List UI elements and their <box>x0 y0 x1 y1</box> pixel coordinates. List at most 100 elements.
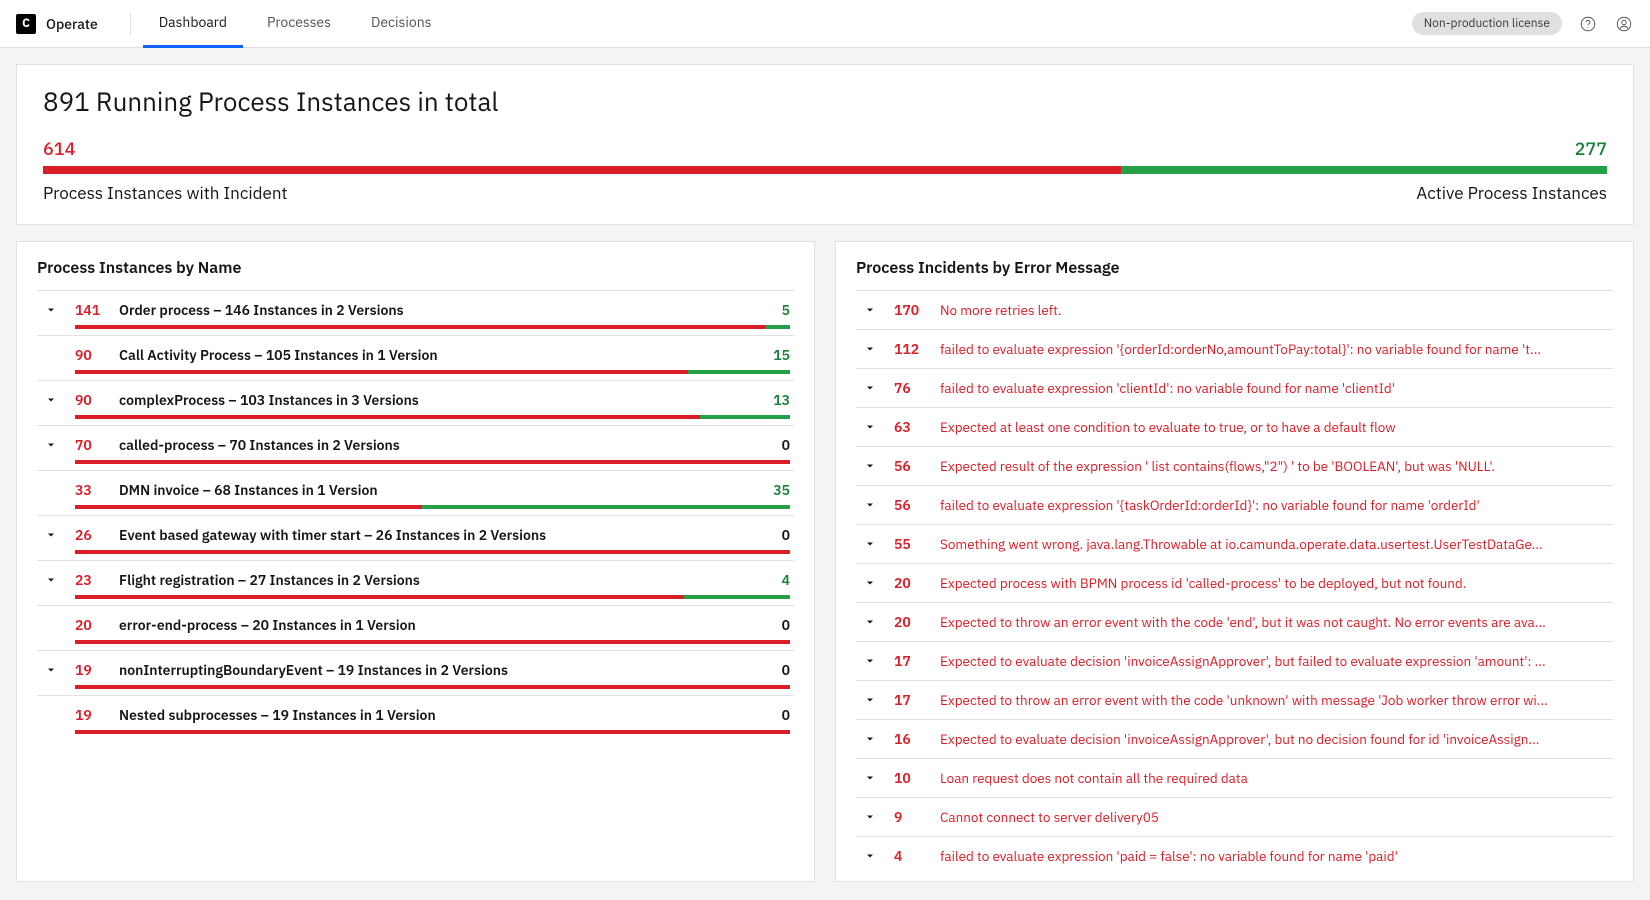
incident-count: 9 <box>894 808 926 826</box>
expand-toggle[interactable] <box>860 733 880 745</box>
incident-row[interactable]: 10Loan request does not contain all the … <box>856 758 1613 797</box>
row-incident-count: 90 <box>75 391 105 409</box>
nav-tab-decisions[interactable]: Decisions <box>355 0 448 48</box>
incident-count: 17 <box>894 691 926 709</box>
expand-toggle[interactable] <box>860 616 880 628</box>
row-active-count: 0 <box>760 661 790 679</box>
process-row[interactable]: 19nonInterruptingBoundaryEvent – 19 Inst… <box>37 650 794 695</box>
incident-row[interactable]: 76 failed to evaluate expression 'clientI… <box>856 368 1613 407</box>
incident-row[interactable]: 56failed to evaluate expression '{taskOr… <box>856 485 1613 524</box>
process-row[interactable]: 90 Call Activity Process – 105 Instances … <box>37 335 794 380</box>
incident-row[interactable]: 56Expected result of the expression ' li… <box>856 446 1613 485</box>
row-process-label: Call Activity Process – 105 Instances in… <box>119 346 746 364</box>
incident-message: Cannot connect to server delivery05 <box>940 808 1609 826</box>
row-process-label: Event based gateway with timer start – 2… <box>119 526 746 544</box>
incident-count: 17 <box>894 652 926 670</box>
active-label: Active Process Instances <box>1416 182 1607 204</box>
nav-tab-processes[interactable]: Processes <box>251 0 347 48</box>
incident-row[interactable]: 20Expected to throw an error event with … <box>856 602 1613 641</box>
expand-toggle[interactable] <box>860 577 880 589</box>
user-icon[interactable] <box>1614 14 1634 34</box>
brand-name: Operate <box>46 15 98 33</box>
row-process-label: complexProcess – 103 Instances in 3 Vers… <box>119 391 746 409</box>
process-row[interactable]: 20error-end-process – 20 Instances in 1 … <box>37 605 794 650</box>
row-active-count: 35 <box>760 481 790 499</box>
row-incident-count: 70 <box>75 436 105 454</box>
overview-bar <box>43 166 1607 174</box>
row-active-count: 5 <box>760 301 790 319</box>
row-active-count: 0 <box>760 616 790 634</box>
process-row[interactable]: 70 called-process – 70 Instances in 2 Ver… <box>37 425 794 470</box>
incident-label: Process Instances with Incident <box>43 182 287 204</box>
incident-message: failed to evaluate expression 'clientId'… <box>940 379 1609 397</box>
expand-toggle[interactable] <box>41 574 61 586</box>
process-row[interactable]: 23Flight registration – 27 Instances in … <box>37 560 794 605</box>
incident-row[interactable]: 17 Expected to throw an error event with … <box>856 680 1613 719</box>
expand-toggle[interactable] <box>41 304 61 316</box>
incident-row[interactable]: 9 Cannot connect to server delivery05 <box>856 797 1613 836</box>
expand-toggle[interactable] <box>41 529 61 541</box>
license-pill[interactable]: Non-production license <box>1412 12 1562 35</box>
process-row[interactable]: 141Order process – 146 Instances in 2 Ve… <box>37 290 794 335</box>
expand-toggle[interactable] <box>860 655 880 667</box>
incident-row[interactable]: 20Expected process with BPMN process id … <box>856 563 1613 602</box>
incident-count: 614 <box>43 137 75 160</box>
expand-toggle[interactable] <box>860 499 880 511</box>
incident-message: Loan request does not contain all the re… <box>940 769 1609 787</box>
incident-count: 76 <box>894 379 926 397</box>
row-bar <box>75 595 790 599</box>
expand-toggle[interactable] <box>860 811 880 823</box>
process-row[interactable]: 26 Event based gateway with timer start –… <box>37 515 794 560</box>
incident-row[interactable]: 17 Expected to evaluate decision 'invoice… <box>856 641 1613 680</box>
expand-toggle[interactable] <box>860 382 880 394</box>
expand-toggle[interactable] <box>860 772 880 784</box>
row-process-label: Nested subprocesses – 19 Instances in 1 … <box>119 706 746 724</box>
incident-row[interactable]: 170No more retries left. <box>856 290 1613 329</box>
brand: C Operate <box>16 14 118 34</box>
expand-toggle[interactable] <box>860 850 880 862</box>
expand-toggle[interactable] <box>860 421 880 433</box>
incident-row[interactable]: 16Expected to evaluate decision 'invoice… <box>856 719 1613 758</box>
active-count: 277 <box>1575 137 1607 160</box>
expand-toggle[interactable] <box>860 538 880 550</box>
row-incident-count: 26 <box>75 526 105 544</box>
expand-toggle[interactable] <box>860 460 880 472</box>
incident-row[interactable]: 55Something went wrong. java.lang.Throwa… <box>856 524 1613 563</box>
overview-bar-active <box>1121 166 1607 174</box>
expand-toggle[interactable] <box>41 439 61 451</box>
panel-title: Process Incidents by Error Message <box>856 258 1613 278</box>
process-row[interactable]: 90 complexProcess – 103 Instances in 3 Ve… <box>37 380 794 425</box>
overview-bar-incidents <box>43 166 1121 174</box>
expand-toggle[interactable] <box>41 664 61 676</box>
expand-toggle[interactable] <box>860 694 880 706</box>
incident-message: failed to evaluate expression '{orderId:… <box>940 340 1609 358</box>
topbar: C Operate DashboardProcessesDecisions No… <box>0 0 1650 48</box>
process-row[interactable]: 19Nested subprocesses – 19 Instances in … <box>37 695 794 740</box>
incident-message: Expected process with BPMN process id 'c… <box>940 574 1609 592</box>
incident-message: Expected to throw an error event with th… <box>940 613 1609 631</box>
nav-tab-dashboard[interactable]: Dashboard <box>143 0 243 48</box>
incident-message: Expected to throw an error event with th… <box>940 691 1609 709</box>
help-icon[interactable] <box>1578 14 1598 34</box>
row-process-label: Order process – 146 Instances in 2 Versi… <box>119 301 746 319</box>
row-active-count: 4 <box>760 571 790 589</box>
incident-message: No more retries left. <box>940 301 1609 319</box>
expand-toggle[interactable] <box>41 394 61 406</box>
row-process-label: DMN invoice – 68 Instances in 1 Version <box>119 481 746 499</box>
incidents-by-error-panel: Process Incidents by Error Message 170No… <box>835 241 1634 882</box>
instances-by-name-panel: Process Instances by Name 141Order proce… <box>16 241 815 882</box>
expand-toggle[interactable] <box>860 304 880 316</box>
row-process-label: Flight registration – 27 Instances in 2 … <box>119 571 746 589</box>
incident-row[interactable]: 112 failed to evaluate expression '{order… <box>856 329 1613 368</box>
expand-toggle[interactable] <box>860 343 880 355</box>
incident-count: 4 <box>894 847 926 865</box>
process-row[interactable]: 33DMN invoice – 68 Instances in 1 Versio… <box>37 470 794 515</box>
row-process-label: called-process – 70 Instances in 2 Versi… <box>119 436 746 454</box>
row-incident-count: 90 <box>75 346 105 364</box>
row-bar <box>75 370 790 374</box>
incident-count: 112 <box>894 340 926 358</box>
incident-row[interactable]: 4failed to evaluate expression 'paid = f… <box>856 836 1613 875</box>
row-active-count: 0 <box>760 526 790 544</box>
incident-message: Expected to evaluate decision 'invoiceAs… <box>940 652 1609 670</box>
incident-row[interactable]: 63Expected at least one condition to eva… <box>856 407 1613 446</box>
